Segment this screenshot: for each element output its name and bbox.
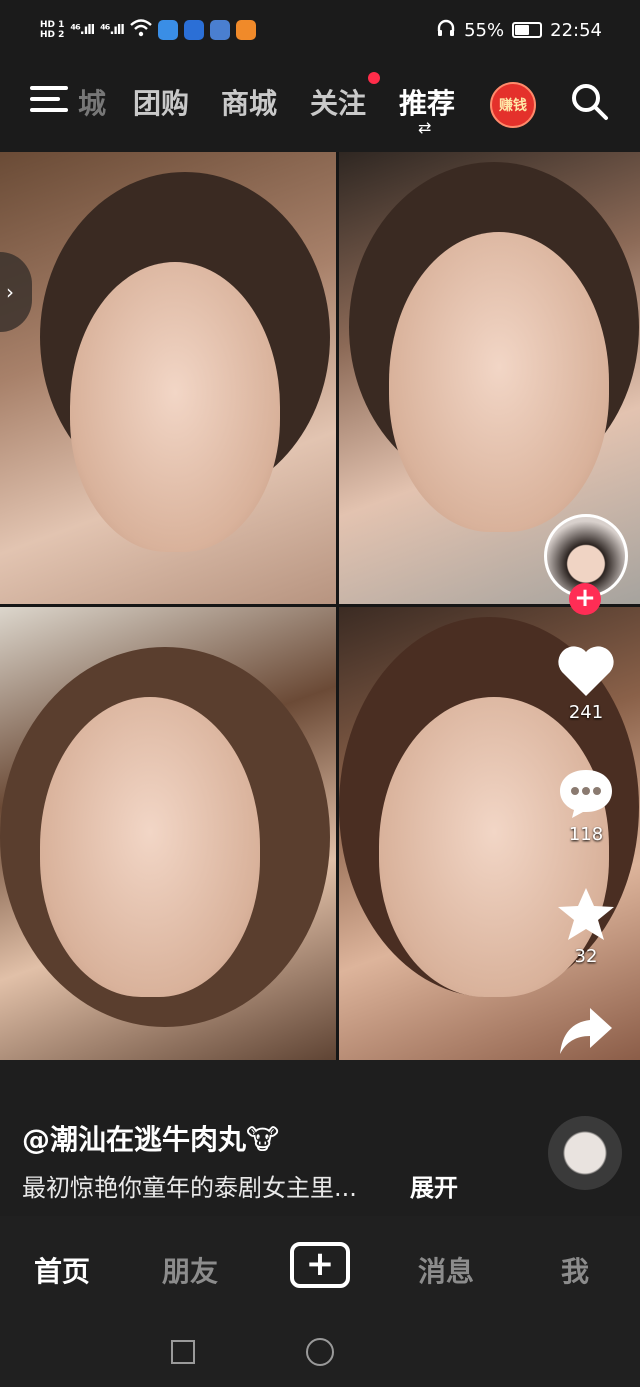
- nav-messages[interactable]: 消息: [418, 1250, 474, 1290]
- music-disc-icon[interactable]: [548, 1116, 622, 1190]
- face-shape: [70, 262, 280, 552]
- follow-button[interactable]: +: [569, 583, 601, 615]
- like-button[interactable]: 241: [546, 644, 626, 723]
- video-info: @潮汕在逃牛肉丸🐮 最初惊艳你童年的泰剧女主里... 展开: [0, 1060, 640, 1216]
- wifi-icon: [130, 19, 152, 41]
- video-content[interactable]: ›: [0, 152, 640, 1060]
- signal-icon: ⁴⁶.ıll: [70, 22, 95, 38]
- tab-recommended[interactable]: 推荐: [399, 82, 455, 122]
- app-notification-icon: [209, 20, 230, 40]
- chevron-right-icon: ›: [6, 280, 14, 304]
- favorite-count: 32: [574, 946, 598, 967]
- like-count: 241: [568, 702, 604, 723]
- nav-home[interactable]: 首页: [34, 1250, 90, 1290]
- plus-icon: +: [305, 1244, 335, 1284]
- heart-icon: [558, 646, 614, 696]
- tab-mall-partial[interactable]: 城: [78, 82, 106, 122]
- nav-friends[interactable]: 朋友: [162, 1250, 218, 1290]
- swap-icon[interactable]: ⇄: [418, 118, 431, 137]
- photo-bottom-left: [0, 607, 336, 1060]
- comment-count: 118: [568, 824, 604, 845]
- top-nav: 城 团购 商城 关注 推荐 ⇄ 赚钱: [0, 60, 640, 152]
- favorite-button[interactable]: 32: [546, 886, 626, 967]
- bottom-nav: 首页 朋友 + 消息 我: [0, 1216, 640, 1316]
- face-shape: [389, 232, 609, 532]
- sim-indicator: HD 1 HD 2: [40, 20, 64, 40]
- system-nav: [0, 1316, 640, 1387]
- video-description: 最初惊艳你童年的泰剧女主里...: [22, 1174, 357, 1202]
- clock: 22:54: [550, 19, 602, 41]
- notification-dot: [368, 72, 380, 84]
- status-left: HD 1 HD 2 ⁴⁶.ıll ⁴⁶.ıll: [40, 19, 256, 41]
- tab-group-buy[interactable]: 团购: [133, 82, 189, 122]
- sim-2-label: HD 2: [40, 30, 65, 40]
- status-right: 55% 22:54: [436, 18, 602, 43]
- home-circle-icon[interactable]: [306, 1338, 334, 1366]
- recent-apps-icon[interactable]: [171, 1340, 195, 1364]
- app-notification-icon: [235, 20, 256, 40]
- signal-icon: ⁴⁶.ıll: [100, 22, 125, 38]
- share-icon: [560, 1008, 612, 1054]
- search-icon[interactable]: [570, 82, 610, 122]
- sim-1-label: HD 1: [40, 20, 65, 30]
- nav-me[interactable]: 我: [561, 1250, 589, 1290]
- earn-money-button[interactable]: 赚钱: [490, 82, 536, 128]
- battery-percent: 55%: [464, 19, 505, 41]
- battery-fill: [515, 25, 530, 35]
- comment-button[interactable]: 118: [546, 766, 626, 845]
- headphones-icon: [436, 18, 456, 43]
- photo-top-left: [0, 152, 336, 604]
- app-notification-icon: [157, 20, 178, 40]
- app-notification-icon: [183, 20, 204, 40]
- comment-icon: [560, 770, 612, 818]
- face-shape: [40, 697, 260, 997]
- create-button[interactable]: +: [290, 1242, 350, 1288]
- menu-icon[interactable]: [30, 86, 68, 116]
- star-icon: [558, 888, 614, 940]
- status-bar: HD 1 HD 2 ⁴⁶.ıll ⁴⁶.ıll 55% 22:54: [0, 0, 640, 60]
- expand-button[interactable]: 展开: [410, 1168, 458, 1203]
- author-name[interactable]: @潮汕在逃牛肉丸🐮: [22, 1118, 279, 1158]
- tab-mall[interactable]: 商城: [221, 82, 277, 122]
- battery-icon: [512, 22, 543, 38]
- tab-following[interactable]: 关注: [310, 82, 366, 122]
